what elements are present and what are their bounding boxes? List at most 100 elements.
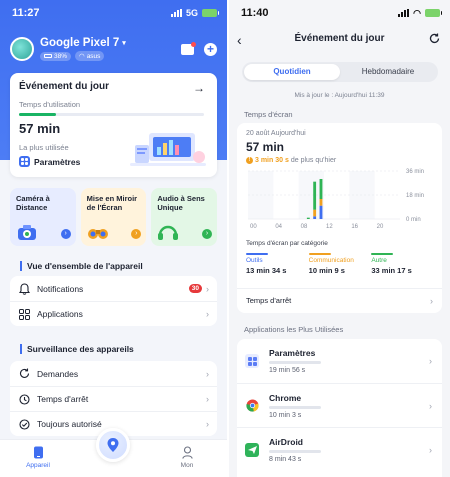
x-tick-label: 08 xyxy=(301,224,308,230)
screen-time-section-label: Temps d'écran xyxy=(244,110,293,119)
x-tick-label: 00 xyxy=(250,224,257,230)
location-button[interactable] xyxy=(96,428,130,462)
chart-bar-segment xyxy=(319,199,323,206)
y-tick-label: 36 min xyxy=(406,169,424,175)
chevron-right-icon: › xyxy=(206,368,209,379)
y-tick-label: 18 min xyxy=(406,193,424,199)
airdroid-icon xyxy=(245,442,259,457)
chart-bar-segment xyxy=(313,209,317,217)
hourly-usage-chart: 36 min 18 min 0 min 00 04 08 12 16 20 xyxy=(248,169,424,230)
category-title: Temps d'écran par catégorie xyxy=(246,240,328,247)
unread-dot xyxy=(191,41,196,47)
chart-bar-segment xyxy=(319,179,323,199)
chart-bar-segment xyxy=(319,205,323,219)
wifi-pill: ◠ asus xyxy=(75,51,105,61)
settings-app-icon xyxy=(245,354,259,368)
x-tick-label: 16 xyxy=(351,224,358,230)
screen-time-card: 20 août Aujourd'hui 57 min ! 3 min 30 s … xyxy=(237,123,442,313)
person-icon xyxy=(181,446,193,459)
signal-icon xyxy=(170,9,182,17)
app-usage-bar xyxy=(269,449,321,453)
status-bar: 11:40 ◠ xyxy=(241,6,442,20)
location-pin-icon xyxy=(107,438,119,452)
device-avatar xyxy=(10,37,34,61)
tab-daily[interactable]: Quotidien xyxy=(244,64,340,80)
screen-time-total: 57 min xyxy=(246,140,285,154)
chart-bar-segment xyxy=(306,217,310,219)
requests-item[interactable]: Demandes › xyxy=(10,361,217,386)
arrow-right-icon[interactable]: → xyxy=(193,81,205,95)
bottom-tab-bar: Appareil Mon xyxy=(0,428,227,477)
camera-icon xyxy=(18,225,36,240)
tab-weekly[interactable]: Hebdomadaire xyxy=(340,64,436,80)
binoculars-icon xyxy=(87,229,108,239)
category-breakdown: Outils 13 min 34 s Communication 10 min … xyxy=(246,253,434,275)
app-usage-bar xyxy=(269,361,321,364)
x-tick-label: 04 xyxy=(275,224,282,230)
feature-one-way-audio[interactable]: Audio à Sens Unique › xyxy=(151,188,218,246)
app-row-settings[interactable]: Paramètres 19 min 56 s › xyxy=(237,339,442,383)
right-screen: 11:40 ◠ ‹ Événement du jour Quotidien He… xyxy=(229,0,450,477)
wifi-icon: ◠ xyxy=(79,53,85,60)
battery-icon xyxy=(425,9,442,17)
apps-grid-icon xyxy=(18,308,30,320)
top-apps-section-label: Applications les Plus Utilisées xyxy=(244,325,344,334)
chart-bar-segment xyxy=(313,181,317,210)
tab-me[interactable]: Mon xyxy=(157,446,217,469)
chrome-icon xyxy=(245,399,259,413)
usage-progress xyxy=(19,113,204,116)
category-other: Autre 33 min 17 s xyxy=(371,253,434,275)
app-usage-bar xyxy=(269,405,321,409)
status-time: 11:27 xyxy=(12,7,40,19)
notifications-item[interactable]: Notifications 30 › xyxy=(10,276,217,301)
downtime-row[interactable]: Temps d'arrêt › xyxy=(237,288,442,312)
event-card[interactable]: Événement du jour → Temps d'utilisation … xyxy=(10,73,217,177)
tab-device[interactable]: Appareil xyxy=(8,446,68,469)
screen-time-date: 20 août Aujourd'hui xyxy=(246,130,306,137)
overview-title: Vue d'ensemble de l'appareil xyxy=(20,261,143,271)
refresh-icon xyxy=(18,368,30,380)
app-row-chrome[interactable]: Chrome 10 min 3 s › xyxy=(237,383,442,427)
device-switcher[interactable]: Google Pixel 7 ▾ 38% ◠ asus + xyxy=(10,36,217,62)
monitoring-title: Surveillance des appareils xyxy=(20,344,134,354)
app-row-airdroid[interactable]: AirDroid 8 min 43 s › xyxy=(237,427,442,471)
category-tools: Outils 13 min 34 s xyxy=(246,253,309,275)
battery-small-icon xyxy=(44,54,52,58)
most-used-app: Paramètres xyxy=(34,156,81,167)
category-communication: Communication 10 min 9 s xyxy=(308,253,372,275)
last-updated-text: Mis à jour le : Aujourd'hui 11:39 xyxy=(294,92,385,99)
top-apps-list: Paramètres 19 min 56 s › Chrome 10 min 3… xyxy=(237,339,442,477)
battery-pill: 38% xyxy=(40,51,72,61)
feature-screen-mirror[interactable]: Mise en Miroir de l'Écran › xyxy=(80,188,147,246)
chevron-right-icon: › xyxy=(206,394,209,404)
x-tick-label: 12 xyxy=(326,224,333,230)
left-screen: 11:27 5G Google Pixel 7 ▾ 38% ◠ asus + É… xyxy=(0,0,227,477)
message-icon[interactable] xyxy=(181,41,196,55)
usage-progress-fill xyxy=(19,113,56,116)
downtime-item[interactable]: Temps d'arrêt › xyxy=(10,386,217,411)
chevron-right-icon: › xyxy=(206,309,209,319)
check-circle-icon xyxy=(18,418,30,430)
chevron-right-icon: › xyxy=(429,401,432,411)
x-tick-label: 20 xyxy=(377,224,384,230)
signal-icon xyxy=(398,9,410,17)
event-title: Événement du jour xyxy=(19,81,110,92)
wifi-icon: ◠ xyxy=(413,7,421,18)
refresh-icon[interactable] xyxy=(429,33,440,44)
device-name: Google Pixel 7 xyxy=(40,37,120,49)
chevron-right-icon: › xyxy=(206,283,209,294)
dashboard-illustration xyxy=(130,133,206,166)
chevron-down-icon: ▾ xyxy=(122,40,126,47)
delta-text: de plus qu'hier xyxy=(290,157,337,164)
arrow-right-icon: › xyxy=(60,229,71,239)
battery-icon xyxy=(202,9,219,17)
add-device-button[interactable]: + xyxy=(204,42,217,56)
chevron-right-icon: › xyxy=(206,419,209,429)
settings-app-icon xyxy=(19,156,30,167)
usage-label: Temps d'utilisation xyxy=(19,100,81,109)
applications-item[interactable]: Applications › xyxy=(10,301,217,326)
delta-value: 3 min 30 s xyxy=(255,157,289,164)
headphones-icon xyxy=(158,225,179,240)
bell-icon xyxy=(18,282,30,295)
feature-remote-camera[interactable]: Caméra à Distance › xyxy=(10,188,76,246)
